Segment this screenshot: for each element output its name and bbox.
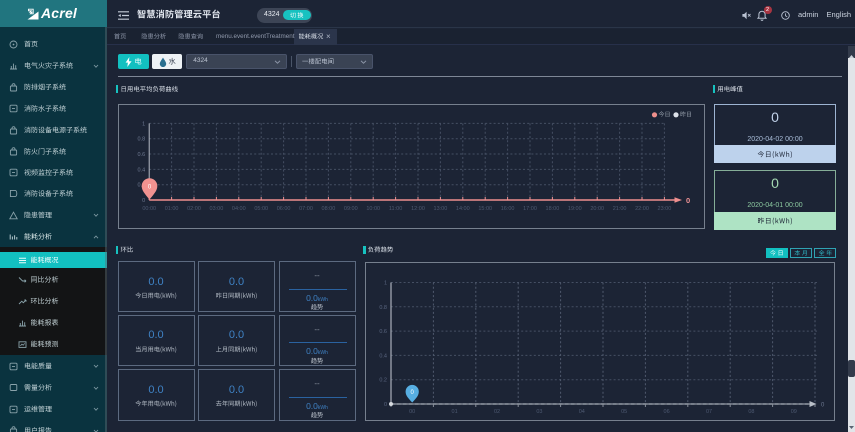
svg-text:0.4: 0.4 <box>379 353 387 359</box>
svg-text:06: 06 <box>664 409 670 415</box>
svg-text:18:00: 18:00 <box>545 206 559 212</box>
svg-text:1: 1 <box>384 281 387 287</box>
svg-text:04: 04 <box>579 409 585 415</box>
svg-text:21:00: 21:00 <box>613 206 627 212</box>
svg-text:01: 01 <box>452 409 458 415</box>
svg-text:01:00: 01:00 <box>165 206 179 212</box>
svg-text:0.4: 0.4 <box>137 168 145 174</box>
svg-text:05: 05 <box>621 409 627 415</box>
svg-text:08:00: 08:00 <box>321 206 335 212</box>
svg-text:06:00: 06:00 <box>277 206 291 212</box>
svg-text:0.6: 0.6 <box>379 329 387 335</box>
svg-text:22:00: 22:00 <box>635 206 649 212</box>
svg-text:19:00: 19:00 <box>568 206 582 212</box>
svg-text:0.8: 0.8 <box>379 305 387 311</box>
svg-text:02: 02 <box>494 409 500 415</box>
svg-text:15:00: 15:00 <box>478 206 492 212</box>
svg-text:23:00: 23:00 <box>657 206 671 212</box>
svg-text:0: 0 <box>686 196 690 205</box>
svg-text:09: 09 <box>791 409 797 415</box>
svg-text:04:00: 04:00 <box>232 206 246 212</box>
svg-text:0.2: 0.2 <box>379 378 387 384</box>
svg-text:10:00: 10:00 <box>366 206 380 212</box>
svg-text:07:00: 07:00 <box>299 206 313 212</box>
svg-text:0.6: 0.6 <box>137 152 145 158</box>
svg-text:14:00: 14:00 <box>456 206 470 212</box>
svg-text:0: 0 <box>384 402 387 408</box>
svg-text:09:00: 09:00 <box>344 206 358 212</box>
svg-text:16:00: 16:00 <box>501 206 515 212</box>
svg-text:13:00: 13:00 <box>433 206 447 212</box>
svg-text:0: 0 <box>142 198 145 204</box>
svg-text:11:00: 11:00 <box>389 206 402 212</box>
svg-text:0: 0 <box>821 402 825 408</box>
svg-text:12:00: 12:00 <box>411 206 425 212</box>
svg-text:03:00: 03:00 <box>209 206 223 212</box>
svg-text:20:00: 20:00 <box>590 206 604 212</box>
svg-text:00: 00 <box>409 409 415 415</box>
svg-text:1: 1 <box>142 122 145 128</box>
svg-text:05:00: 05:00 <box>254 206 268 212</box>
svg-text:0.8: 0.8 <box>137 137 145 143</box>
svg-text:17:00: 17:00 <box>523 206 537 212</box>
svg-text:07: 07 <box>706 409 712 415</box>
svg-text:02:00: 02:00 <box>187 206 201 212</box>
svg-text:03: 03 <box>536 409 542 415</box>
svg-text:08: 08 <box>748 409 754 415</box>
svg-text:00:00: 00:00 <box>142 206 156 212</box>
